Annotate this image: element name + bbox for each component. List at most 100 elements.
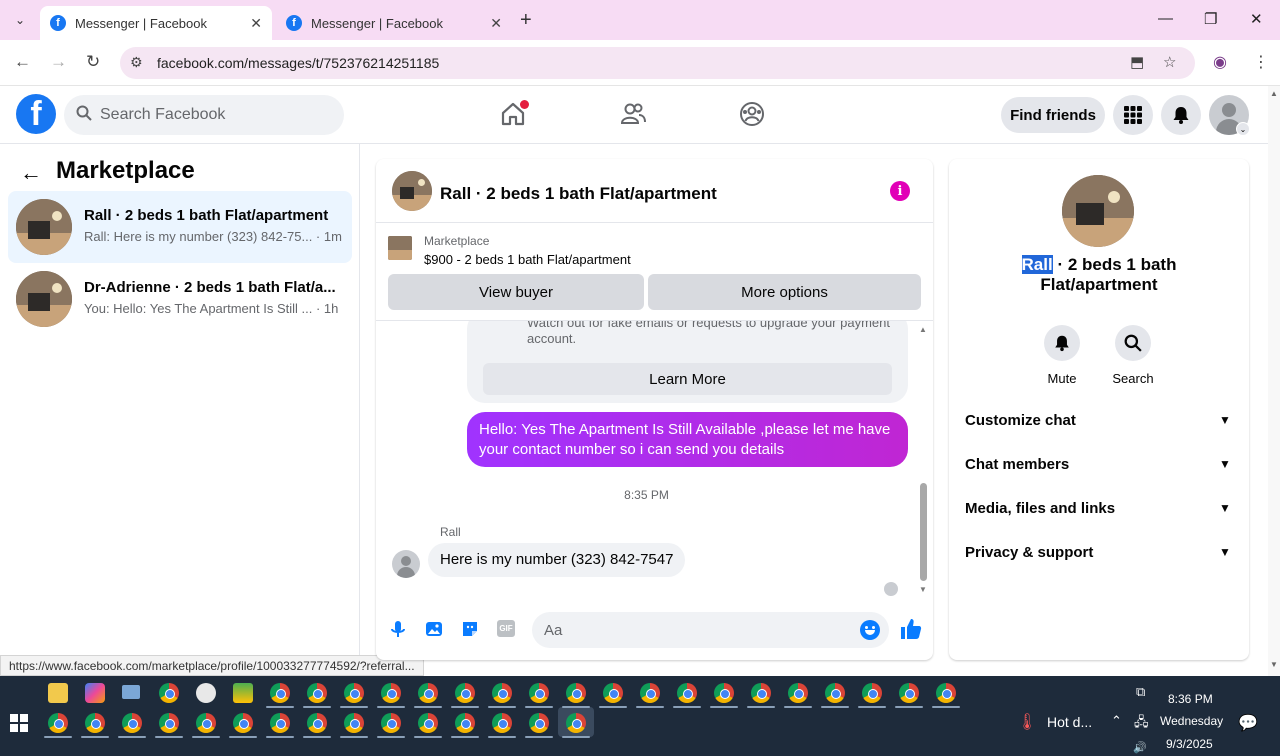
more-options-button[interactable]: More options [648, 274, 921, 310]
thread-item[interactable]: Dr-Adrienne · 2 beds 1 bath Flat/a... Yo… [8, 263, 352, 335]
clock-date[interactable]: 9/3/2025 [1166, 737, 1213, 751]
chrome-window-icon[interactable] [603, 683, 623, 703]
back-icon[interactable]: ← [14, 52, 31, 72]
thread-item[interactable]: Rall · 2 beds 1 bath Flat/apartment Rall… [8, 191, 352, 263]
chrome-window-icon[interactable] [677, 683, 697, 703]
chrome-window-icon[interactable] [122, 713, 142, 733]
minimize-icon[interactable]: — [1158, 10, 1173, 27]
chrome-window-icon[interactable] [270, 713, 290, 733]
search-action[interactable]: Search [1103, 325, 1163, 386]
notifications-button[interactable] [1161, 95, 1201, 135]
facebook-search-box[interactable]: Search Facebook [64, 95, 344, 135]
facebook-logo[interactable]: f [16, 94, 56, 134]
chrome-window-icon[interactable] [196, 713, 216, 733]
chrome-window-icon[interactable] [344, 683, 364, 703]
listing-price-title[interactable]: $900 - 2 beds 1 bath Flat/apartment [424, 252, 631, 267]
notification-center-icon[interactable]: 💬 [1238, 713, 1258, 733]
groups-icon[interactable] [738, 100, 766, 128]
chrome-window-icon[interactable] [418, 713, 438, 733]
new-tab-icon[interactable]: + [520, 10, 532, 30]
microphone-icon[interactable] [388, 619, 408, 639]
outgoing-message[interactable]: Hello: Yes The Apartment Is Still Availa… [467, 412, 908, 467]
photo-icon[interactable] [424, 619, 444, 639]
forward-icon[interactable]: → [50, 52, 67, 72]
chrome-window-icon[interactable] [492, 713, 512, 733]
media-files-links-section[interactable]: Media, files and links ▼ [949, 487, 1249, 531]
install-app-icon[interactable]: ⬒ [1130, 53, 1144, 71]
clock-day[interactable]: Wednesday [1160, 714, 1223, 728]
close-window-icon[interactable]: ✕ [1250, 10, 1263, 28]
chrome-window-icon[interactable] [455, 713, 475, 733]
info-icon[interactable]: i [890, 181, 910, 201]
app-stack-icon[interactable] [233, 683, 253, 703]
chat-scrollbar[interactable]: ▲ ▼ [917, 321, 929, 599]
scroll-down-icon[interactable]: ▼ [919, 585, 927, 594]
gif-icon[interactable]: GIF [497, 620, 515, 637]
volume-icon[interactable]: 🔊 [1133, 741, 1147, 754]
learn-more-button[interactable]: Learn More [483, 363, 892, 395]
customize-chat-section[interactable]: Customize chat ▼ [949, 399, 1249, 443]
sticker-icon[interactable] [460, 619, 480, 639]
restore-icon[interactable]: ❐ [1204, 10, 1217, 28]
chrome-window-icon[interactable] [788, 683, 808, 703]
chrome-window-icon[interactable] [751, 683, 771, 703]
thumbs-up-icon[interactable] [899, 617, 923, 641]
tray-chevron-up-icon[interactable]: ⌃ [1111, 713, 1122, 729]
meet-now-icon[interactable]: ⧉ [1136, 684, 1145, 700]
url-text[interactable]: facebook.com/messages/t/752376214251185 [157, 55, 439, 71]
chrome-window-icon[interactable] [492, 683, 512, 703]
tab-search-chevron-icon[interactable]: ⌄ [8, 9, 32, 31]
chat-title[interactable]: Rall · 2 beds 1 bath Flat/apartment [440, 184, 717, 204]
chat-members-section[interactable]: Chat members ▼ [949, 443, 1249, 487]
chevron-down-icon[interactable]: ⌄ [1236, 122, 1250, 136]
site-settings-icon[interactable]: ⚙ [130, 54, 143, 71]
chrome-window-icon[interactable] [566, 713, 586, 733]
chrome-window-icon[interactable] [270, 683, 290, 703]
profile-icon[interactable]: ◉ [1213, 52, 1227, 72]
scroll-up-icon[interactable]: ▲ [1270, 89, 1278, 98]
chrome-window-icon[interactable] [233, 713, 253, 733]
listing-thumbnail-large[interactable] [1062, 175, 1134, 247]
chrome-window-icon[interactable] [862, 683, 882, 703]
chrome-window-icon[interactable] [344, 713, 364, 733]
bookmark-star-icon[interactable]: ☆ [1163, 53, 1176, 71]
incoming-message[interactable]: Here is my number (323) 842-7547 [428, 543, 686, 577]
address-bar[interactable]: ⚙ facebook.com/messages/t/75237621425118… [120, 47, 1195, 79]
chrome-window-icon[interactable] [48, 713, 68, 733]
browser-menu-icon[interactable]: ⋮ [1253, 52, 1269, 72]
chrome-window-icon[interactable] [714, 683, 734, 703]
chrome-window-icon[interactable] [307, 683, 327, 703]
file-explorer-icon[interactable] [48, 683, 68, 703]
menu-grid-button[interactable] [1113, 95, 1153, 135]
scroll-down-icon[interactable]: ▼ [1270, 660, 1278, 669]
paint-icon[interactable] [196, 683, 216, 703]
chrome-window-icon[interactable] [455, 683, 475, 703]
chrome-window-icon[interactable] [640, 683, 660, 703]
chrome-window-icon[interactable] [381, 713, 401, 733]
mute-action[interactable]: Mute [1032, 325, 1092, 386]
chrome-window-icon[interactable] [418, 683, 438, 703]
chrome-window-icon[interactable] [529, 683, 549, 703]
network-icon[interactable]: 🖧 [1134, 713, 1149, 735]
listing-thumbnail[interactable] [392, 171, 432, 211]
browser-tab[interactable]: f Messenger | Facebook ✕ [276, 6, 512, 40]
view-buyer-button[interactable]: View buyer [388, 274, 644, 310]
scroll-up-icon[interactable]: ▲ [919, 325, 927, 334]
chrome-window-icon[interactable] [381, 683, 401, 703]
chrome-window-icon[interactable] [566, 683, 586, 703]
reload-icon[interactable]: ↻ [86, 52, 100, 72]
emoji-icon[interactable] [860, 620, 880, 640]
chrome-window-icon[interactable] [899, 683, 919, 703]
scroll-thumb[interactable] [920, 483, 927, 581]
chrome-window-icon[interactable] [85, 713, 105, 733]
message-list[interactable]: Watch out for fake emails or requests to… [376, 321, 933, 599]
chrome-window-icon[interactable] [529, 713, 549, 733]
browser-tab-active[interactable]: f Messenger | Facebook ✕ [40, 6, 272, 40]
chrome-window-icon[interactable] [825, 683, 845, 703]
clock-time[interactable]: 8:36 PM [1168, 692, 1213, 706]
windows-start-icon[interactable] [10, 714, 28, 732]
sender-avatar[interactable] [392, 550, 420, 578]
friends-icon[interactable] [619, 100, 647, 128]
privacy-support-section[interactable]: Privacy & support ▼ [949, 531, 1249, 575]
chrome-icon[interactable] [159, 683, 179, 703]
